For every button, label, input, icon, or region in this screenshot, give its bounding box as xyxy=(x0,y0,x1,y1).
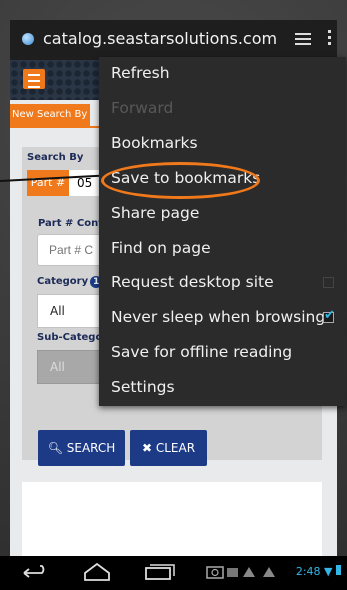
request-desktop-checkbox[interactable] xyxy=(323,277,334,289)
globe-icon xyxy=(22,33,34,45)
menu-item-label: Bookmarks xyxy=(111,133,198,152)
menu-item-label: Save for offline reading xyxy=(111,343,293,362)
tabs-icon[interactable] xyxy=(295,33,311,45)
menu-item-label: Find on page xyxy=(111,238,211,257)
url-bar[interactable]: catalog.seastarsolutions.com xyxy=(10,20,337,60)
menu-item-bookmarks[interactable]: Bookmarks xyxy=(99,127,346,162)
wifi-icon: ▼ xyxy=(324,565,333,578)
menu-item-label: Forward xyxy=(111,98,174,117)
menu-item-save-offline[interactable]: Save for offline reading xyxy=(99,336,346,371)
menu-item-share-page[interactable]: Share page xyxy=(99,197,346,232)
category-label-text: Category xyxy=(37,276,89,287)
menu-item-forward: Forward xyxy=(99,92,346,127)
part-number-button[interactable]: Part # xyxy=(27,170,69,196)
url-text[interactable]: catalog.seastarsolutions.com xyxy=(43,29,277,48)
overflow-menu-icon[interactable] xyxy=(328,30,332,48)
never-sleep-checkbox[interactable] xyxy=(323,308,335,324)
clear-button-label: CLEAR xyxy=(155,441,196,455)
new-search-tab[interactable]: New Search By xyxy=(10,104,91,126)
subcategory-label: Sub-Catego xyxy=(37,332,103,343)
menu-item-refresh[interactable]: Refresh xyxy=(99,57,346,92)
search-icon: 🔍︎ xyxy=(47,441,63,455)
system-nav-bar: 2:48 ▼ xyxy=(0,556,347,590)
clock: 2:48 xyxy=(295,565,321,578)
menu-item-label: Refresh xyxy=(111,64,170,82)
recent-apps-icon[interactable] xyxy=(142,556,176,590)
menu-item-never-sleep[interactable]: Never sleep when browsing xyxy=(99,301,346,336)
home-icon[interactable] xyxy=(80,556,114,590)
clear-button[interactable]: ✖ CLEAR xyxy=(130,430,207,466)
hamburger-menu-icon[interactable] xyxy=(23,69,45,89)
status-area: 2:48 ▼ xyxy=(296,565,341,578)
menu-item-label: Settings xyxy=(111,378,175,397)
menu-item-label: Request desktop site xyxy=(111,273,274,292)
search-button-label: SEARCH xyxy=(66,441,116,455)
back-icon[interactable] xyxy=(18,556,52,590)
battery-icon xyxy=(336,565,341,575)
menu-item-settings[interactable]: Settings xyxy=(99,371,346,406)
browser-overflow-menu: Refresh Forward Bookmarks Save to bookma… xyxy=(99,57,346,406)
screenshot-icon xyxy=(206,566,224,579)
menu-item-request-desktop-site[interactable]: Request desktop site xyxy=(99,266,346,301)
menu-item-label: Never sleep when browsing xyxy=(111,308,326,327)
menu-item-label: Share page xyxy=(111,203,200,222)
search-by-label: Search By xyxy=(27,152,84,163)
menu-item-find-on-page[interactable]: Find on page xyxy=(99,232,346,267)
clear-icon: ✖ xyxy=(141,441,153,455)
warning-icon xyxy=(243,567,255,577)
highlight-ring xyxy=(101,162,260,199)
search-button[interactable]: 🔍︎ SEARCH xyxy=(38,430,125,466)
category-label: Category 1 xyxy=(37,276,103,288)
mail-icon xyxy=(227,568,238,577)
warning-icon xyxy=(263,567,275,577)
